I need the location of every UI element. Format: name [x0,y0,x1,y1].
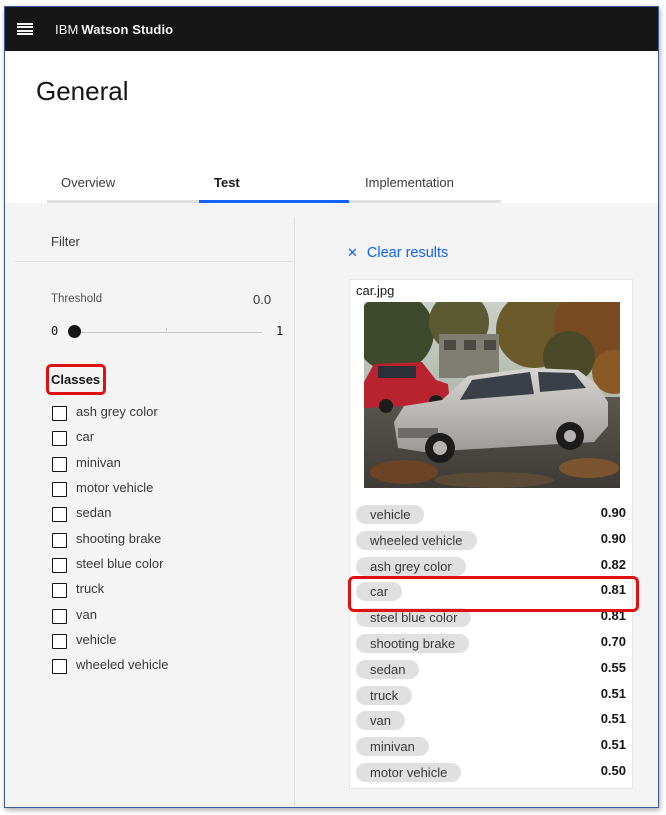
confidence-score: 0.90 [600,505,626,520]
slider-max-label: 1 [276,324,284,338]
car-row-highlight-box [348,576,639,612]
image-filename: car.jpg [356,283,395,298]
class-checkbox[interactable] [52,482,67,498]
class-filter-item[interactable]: truck [52,578,169,603]
class-label: sedan [76,505,112,521]
clear-results-button[interactable]: ✕ Clear results [347,245,448,261]
class-label: car [76,429,95,445]
tab-bar: Overview Test Implementation [47,171,501,203]
class-checkbox[interactable] [52,659,67,675]
class-filter-item[interactable]: ash grey color [52,401,169,426]
page-header: General Overview Test Implementation [5,51,658,203]
class-label: truck [76,581,105,597]
close-icon: ✕ [347,245,358,260]
class-checkbox[interactable] [52,456,67,472]
prediction-row: sedan 0.55 [356,659,626,685]
threshold-value[interactable]: 0.0 [253,292,271,307]
confidence-score: 0.70 [600,633,626,649]
class-tag[interactable]: vehicle [356,505,425,524]
class-tag[interactable]: van [356,711,405,731]
class-label: wheeled vehicle [76,657,169,673]
class-label: minivan [76,454,121,470]
page-title: General [36,76,129,106]
class-checkbox[interactable] [52,431,67,447]
app-window: IBM Watson Studio General Overview Test I… [4,6,659,808]
class-filter-item[interactable]: steel blue color [52,553,169,578]
class-label: vehicle [76,631,117,647]
class-filter-item[interactable]: wheeled vehicle [52,654,169,679]
filter-title: Filter [51,234,80,249]
tab-implementation[interactable]: Implementation [349,171,501,203]
class-label: shooting brake [76,530,162,546]
class-tag[interactable]: ash grey color [356,556,466,576]
result-card: car.jpg vehicle 0.90 wheeled vehicle 0.9… [349,279,633,789]
class-filter-item[interactable]: van [52,603,169,628]
confidence-score: 0.50 [600,762,626,778]
class-tag[interactable]: shooting brake [356,633,470,653]
class-filter-item[interactable]: shooting brake [52,527,169,552]
confidence-score: 0.51 [600,737,626,753]
class-filter-item[interactable]: car [52,426,169,451]
test-image[interactable] [364,302,620,488]
classes-highlight-box [46,364,106,395]
brand-prefix: IBM [55,21,79,37]
class-checkbox[interactable] [52,532,67,548]
brand-name: Watson Studio [81,21,174,37]
prediction-row: van 0.51 [356,710,626,736]
class-checkbox[interactable] [52,583,67,599]
prediction-row: minivan 0.51 [356,736,626,762]
top-bar: IBM Watson Studio [5,7,658,51]
class-checkbox[interactable] [52,557,67,573]
class-tag[interactable]: motor vehicle [356,762,462,782]
prediction-row: shooting brake 0.70 [356,633,626,659]
class-tag[interactable]: truck [356,685,413,705]
slider-min-label: 0 [51,324,59,338]
class-tag[interactable]: sedan [356,659,420,679]
prediction-row: wheeled vehicle 0.90 [356,530,626,556]
class-tag[interactable]: minivan [356,737,429,757]
class-filter-item[interactable]: vehicle [52,629,169,654]
class-label: van [76,606,97,622]
threshold-slider-handle[interactable] [68,325,81,338]
class-checkbox[interactable] [52,633,67,649]
class-checkbox[interactable] [52,608,67,624]
hamburger-menu-icon[interactable] [17,23,33,35]
class-label: steel blue color [76,555,164,571]
class-label: motor vehicle [76,480,154,496]
brand-title[interactable]: IBM Watson Studio [55,22,173,37]
threshold-label: Threshold [51,293,103,305]
class-filter-item[interactable]: sedan [52,502,169,527]
prediction-row: truck 0.51 [356,685,626,711]
filter-divider [15,261,293,262]
clear-results-label: Clear results [366,245,449,261]
confidence-score: 0.90 [600,530,626,546]
class-checkbox[interactable] [52,406,67,422]
class-filter-item[interactable]: minivan [52,452,169,477]
prediction-list: vehicle 0.90 wheeled vehicle 0.90 ash grey… [356,504,626,788]
class-tag[interactable]: wheeled vehicle [356,530,477,550]
filter-panel: Filter Threshold 0.0 0 1 Classes ash gre… [15,217,295,807]
confidence-score: 0.51 [600,685,626,701]
class-checkbox[interactable] [52,507,67,523]
tab-overview[interactable]: Overview [47,171,199,203]
prediction-row: vehicle 0.90 [356,504,626,530]
confidence-score: 0.82 [600,556,626,572]
tab-test[interactable]: Test [199,171,349,203]
panel-divider [294,217,295,807]
prediction-row: motor vehicle 0.50 [356,762,626,788]
class-filter-item[interactable]: motor vehicle [52,477,169,502]
confidence-score: 0.55 [600,659,626,675]
slider-midpoint-tick [166,328,167,331]
class-label: ash grey color [76,404,158,420]
confidence-score: 0.51 [600,711,626,727]
class-filter-list: ash grey color car minivan motor vehicle… [52,401,169,679]
threshold-slider-track[interactable] [73,332,262,333]
